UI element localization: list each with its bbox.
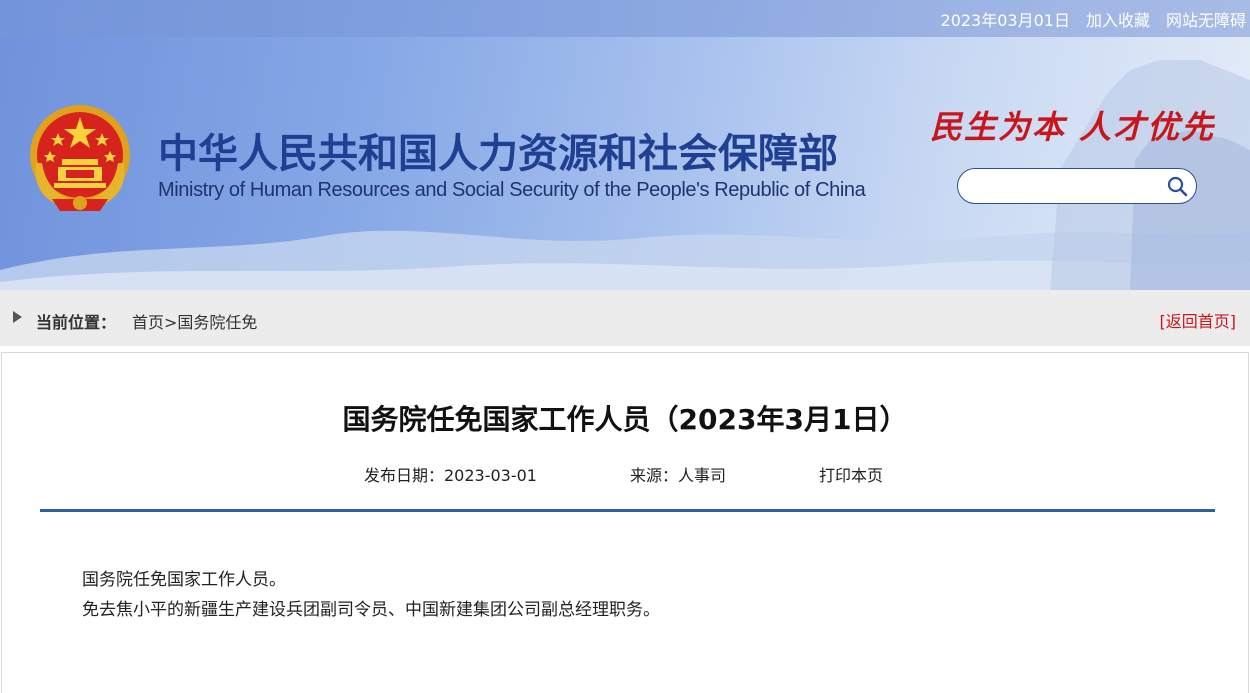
current-date: 2023年03月01日: [940, 11, 1070, 30]
slogan: 民生为本 人才优先: [930, 108, 1216, 146]
breadcrumb-label: 当前位置：: [36, 313, 117, 332]
article-body: 国务院任免国家工作人员。 免去焦小平的新疆生产建设兵团副司令员、中国新建集团公司…: [82, 565, 660, 625]
article-title: 国务院任免国家工作人员（2023年3月1日）: [342, 403, 908, 436]
search-icon[interactable]: [1166, 175, 1188, 197]
breadcrumb-path: 首页>国务院任免: [132, 309, 257, 333]
article-paragraph: 国务院任免国家工作人员。: [82, 570, 286, 590]
publish-date: 发布日期：2023-03-01: [364, 466, 537, 485]
title-divider: [40, 509, 1215, 512]
breadcrumb: 当前位置： 首页>国务院任免 [返回首页]: [0, 290, 1250, 346]
back-home-link[interactable]: [返回首页]: [1160, 308, 1237, 332]
search-input[interactable]: [970, 175, 1160, 197]
top-links: 2023年03月01日 加入收藏 网站无障碍: [941, 7, 1246, 31]
search-box: [957, 168, 1197, 204]
article-paragraph: 免去焦小平的新疆生产建设兵团副司令员、中国新建集团公司副总经理职务。: [82, 600, 660, 620]
header-banner: 2023年03月01日 加入收藏 网站无障碍 中华人民共和国人力资源和社会保障部…: [0, 0, 1250, 290]
breadcrumb-separator: >: [164, 313, 178, 332]
print-page-link[interactable]: 打印本页: [819, 462, 883, 486]
article-source: 来源：人事司: [630, 466, 727, 485]
accessibility-link[interactable]: 网站无障碍: [1166, 7, 1246, 31]
breadcrumb-item-home[interactable]: 首页: [132, 313, 164, 332]
national-emblem-icon: [30, 105, 130, 211]
add-favorite-link[interactable]: 加入收藏: [1086, 7, 1150, 31]
site-title-en: Ministry of Human Resources and Social S…: [158, 179, 866, 201]
site-title-cn: 中华人民共和国人力资源和社会保障部: [158, 131, 838, 177]
breadcrumb-item-appointments[interactable]: 国务院任免: [177, 313, 257, 332]
caret-right-icon: [13, 311, 22, 323]
